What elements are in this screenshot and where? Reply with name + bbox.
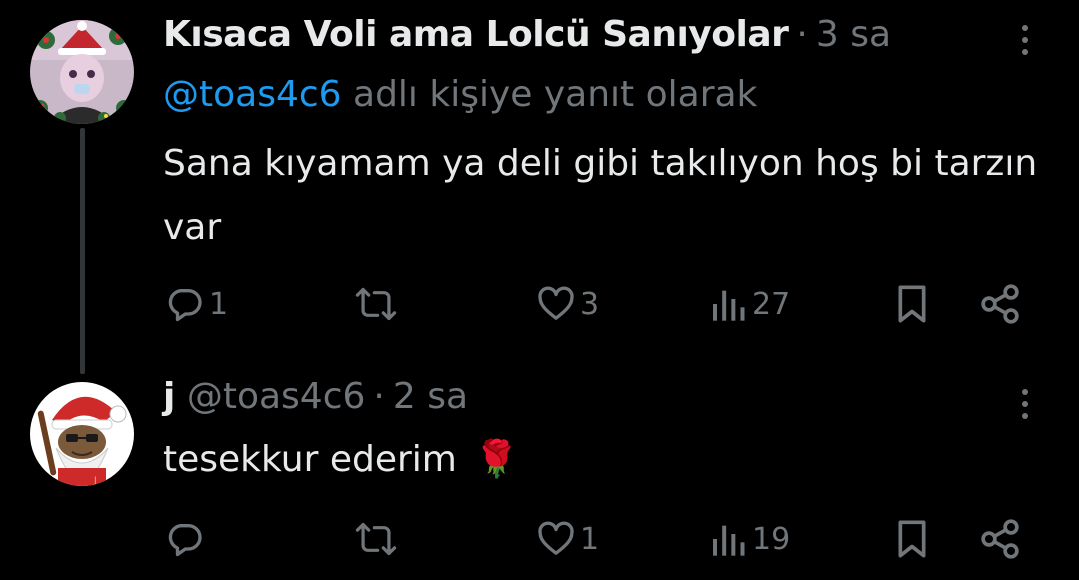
bookmark-icon [898, 285, 926, 323]
retweet-button[interactable] [355, 279, 401, 329]
tweet-1[interactable]: Kısaca Voli ama Lolcü Sanıyolar · 3 sa @… [0, 0, 1079, 374]
like-icon [538, 521, 574, 555]
avatar-image [30, 20, 134, 124]
more-options-button[interactable] [1013, 20, 1037, 60]
share-icon [981, 284, 1019, 324]
separator-dot: · [373, 376, 385, 417]
action-bar: 1 3 27 [0, 279, 1079, 329]
tweet-header: j @toas4c6 · 2 sa [163, 376, 468, 417]
mention-link[interactable]: @toas4c6 [163, 74, 342, 115]
views-button[interactable]: 19 [708, 514, 790, 564]
like-button[interactable]: 1 [536, 514, 599, 564]
view-count: 19 [752, 521, 791, 557]
retweet-button[interactable] [355, 514, 401, 564]
more-options-button[interactable] [1013, 384, 1037, 424]
avatar-kisaca-voli[interactable] [30, 20, 134, 124]
tweet-2[interactable]: J j @toas4c6 · 2 sa tesekkur ederim 🌹 1 … [0, 370, 1079, 580]
reply-button[interactable]: 1 [165, 279, 228, 329]
tweet-text-content: tesekkur ederim [163, 439, 457, 480]
reply-button[interactable] [165, 514, 209, 564]
more-icon [1022, 25, 1028, 55]
like-icon [538, 286, 574, 320]
like-button[interactable]: 3 [536, 279, 599, 329]
reply-icon [168, 524, 202, 557]
tweet-text: Sana kıyamam ya deli gibi takılıyon hoş … [163, 143, 1038, 248]
views-icon [713, 525, 745, 556]
views-button[interactable]: 27 [708, 279, 790, 329]
replying-to: @toas4c6 adlı kişiye yanıt olarak [163, 74, 757, 115]
bookmark-icon [898, 520, 926, 558]
user-handle[interactable]: @toas4c6 [187, 376, 366, 417]
reply-count: 1 [209, 286, 229, 322]
share-button[interactable] [978, 514, 1022, 564]
retweet-icon [355, 287, 397, 321]
like-count: 3 [580, 286, 600, 322]
thread-line [80, 128, 85, 374]
tweet-header: Kısaca Voli ama Lolcü Sanıyolar · 3 sa [163, 14, 891, 55]
timestamp[interactable]: 2 sa [393, 376, 468, 417]
avatar-image: J [30, 382, 134, 486]
svg-text:J: J [93, 476, 97, 486]
more-icon [1022, 389, 1028, 419]
action-bar: 1 19 [0, 514, 1079, 564]
retweet-icon [355, 522, 397, 556]
bookmark-button[interactable] [892, 514, 932, 564]
like-count: 1 [580, 521, 600, 557]
share-icon [981, 519, 1019, 559]
rose-emoji: 🌹 [474, 439, 520, 480]
avatar-j[interactable]: J [30, 382, 134, 486]
bookmark-button[interactable] [892, 279, 932, 329]
share-button[interactable] [978, 279, 1022, 329]
reply-icon [168, 289, 202, 322]
timestamp[interactable]: 3 sa [816, 14, 891, 55]
view-count: 27 [752, 286, 791, 322]
views-icon [713, 290, 745, 321]
display-name[interactable]: Kısaca Voli ama Lolcü Sanıyolar [163, 14, 789, 55]
separator-dot: · [796, 14, 808, 55]
tweet-text: tesekkur ederim 🌹 [163, 428, 1053, 492]
replying-to-label: adlı kişiye yanıt olarak [341, 74, 758, 115]
display-name[interactable]: j [163, 376, 175, 417]
